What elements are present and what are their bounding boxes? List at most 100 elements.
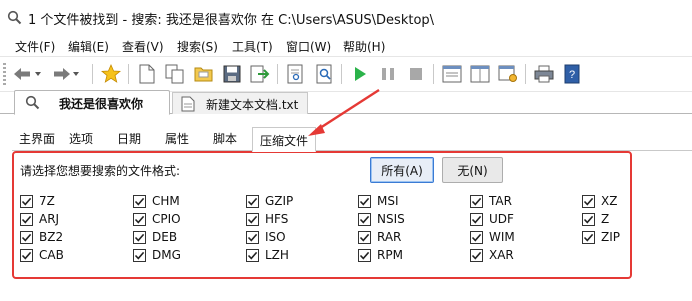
- checkbox-label: DMG: [152, 248, 181, 262]
- checkbox-bz2[interactable]: BZ2: [20, 230, 63, 244]
- print-icon[interactable]: [533, 63, 555, 85]
- tab-properties[interactable]: 属性: [163, 130, 191, 150]
- checkbox-dmg[interactable]: DMG: [133, 248, 181, 262]
- tab-options[interactable]: 选项: [67, 130, 95, 150]
- tab-archive[interactable]: 压缩文件: [252, 127, 316, 152]
- checkbox-box[interactable]: [470, 194, 483, 208]
- checkbox-label: GZIP: [265, 194, 294, 208]
- checkbox-box[interactable]: [470, 248, 483, 262]
- checkbox-box[interactable]: [582, 212, 595, 226]
- checkbox-tar[interactable]: TAR: [470, 194, 512, 208]
- export-icon[interactable]: [249, 63, 271, 85]
- options-icon[interactable]: [497, 63, 519, 85]
- checkbox-box[interactable]: [358, 230, 371, 244]
- checkbox-label: CHM: [152, 194, 180, 208]
- menu-tools[interactable]: 工具(T): [232, 38, 273, 55]
- checkbox-box[interactable]: [20, 248, 33, 262]
- menu-view[interactable]: 查看(V): [122, 38, 164, 55]
- checkbox-label: WIM: [489, 230, 515, 244]
- archive-format-prompt: 请选择您想要搜索的文件格式:: [20, 164, 181, 178]
- select-none-button[interactable]: 无(N): [442, 157, 503, 183]
- checkbox-zip[interactable]: ZIP: [582, 230, 620, 244]
- menu-file[interactable]: 文件(F): [15, 38, 55, 55]
- play-icon[interactable]: [349, 63, 371, 85]
- menu-search[interactable]: 搜索(S): [177, 38, 218, 55]
- checkbox-box[interactable]: [20, 194, 33, 208]
- favorite-star-icon[interactable]: [100, 63, 122, 85]
- tab-search-results[interactable]: 我还是很喜欢你: [14, 90, 170, 115]
- checkbox-wim[interactable]: WIM: [470, 230, 515, 244]
- checkbox-box[interactable]: [133, 194, 146, 208]
- window-title: 1 个文件被找到 - 搜索: 我还是很喜欢你 在 C:\Users\ASUS\D…: [28, 13, 435, 28]
- checkbox-box[interactable]: [246, 212, 259, 226]
- checkbox-cpio[interactable]: CPIO: [133, 212, 181, 226]
- checkbox-label: ZIP: [601, 230, 620, 244]
- checkbox-deb[interactable]: DEB: [133, 230, 177, 244]
- results-list-icon[interactable]: [441, 63, 463, 85]
- checkbox-rar[interactable]: RAR: [358, 230, 401, 244]
- checkbox-msi[interactable]: MSI: [358, 194, 399, 208]
- save-icon[interactable]: [221, 63, 243, 85]
- checkbox-box[interactable]: [20, 212, 33, 226]
- checkbox-rpm[interactable]: RPM: [358, 248, 403, 262]
- checkbox-gzip[interactable]: GZIP: [246, 194, 293, 208]
- checkbox-box[interactable]: [470, 212, 483, 226]
- tab-text-document[interactable]: 新建文本文档.txt: [172, 92, 308, 114]
- copy-document-icon[interactable]: [164, 63, 186, 85]
- checkbox-nsis[interactable]: NSIS: [358, 212, 405, 226]
- checkbox-label: CPIO: [152, 212, 181, 226]
- back-arrow-icon[interactable]: [12, 63, 34, 85]
- checkbox-label: ISO: [265, 230, 286, 244]
- checkbox-chm[interactable]: CHM: [133, 194, 180, 208]
- svg-text:?: ?: [569, 69, 575, 81]
- checkbox-cab[interactable]: CAB: [20, 248, 64, 262]
- toolbar-grip[interactable]: [3, 63, 6, 85]
- checkbox-iso[interactable]: ISO: [246, 230, 286, 244]
- checkbox-box[interactable]: [246, 194, 259, 208]
- tab-script[interactable]: 脚本: [211, 130, 239, 150]
- checkbox-xar[interactable]: XAR: [470, 248, 514, 262]
- new-document-icon[interactable]: [136, 63, 158, 85]
- checkbox-label: CAB: [39, 248, 64, 262]
- help-book-icon[interactable]: ?: [561, 63, 583, 85]
- checkbox-box[interactable]: [470, 230, 483, 244]
- checkbox-box[interactable]: [133, 230, 146, 244]
- back-dropdown-icon[interactable]: [33, 63, 43, 85]
- stop-icon[interactable]: [405, 63, 427, 85]
- menu-window[interactable]: 窗口(W): [286, 38, 331, 55]
- tab-main[interactable]: 主界面: [17, 130, 57, 150]
- pause-icon[interactable]: [377, 63, 399, 85]
- checkbox-box[interactable]: [133, 212, 146, 226]
- menu-help[interactable]: 帮助(H): [343, 38, 385, 55]
- checkbox-box[interactable]: [358, 194, 371, 208]
- open-folder-icon[interactable]: [193, 63, 215, 85]
- tab-search-results-label: 我还是很喜欢你: [59, 97, 144, 111]
- checkbox-xz[interactable]: XZ: [582, 194, 617, 208]
- checkbox-lzh[interactable]: LZH: [246, 248, 289, 262]
- document-search-icon[interactable]: [285, 63, 307, 85]
- select-all-button[interactable]: 所有(A): [370, 157, 434, 183]
- checkbox-box[interactable]: [20, 230, 33, 244]
- checkbox-7z[interactable]: 7Z: [20, 194, 55, 208]
- checkbox-box[interactable]: [358, 248, 371, 262]
- checkbox-udf[interactable]: UDF: [470, 212, 514, 226]
- checkbox-z[interactable]: Z: [582, 212, 609, 226]
- checkbox-box[interactable]: [246, 230, 259, 244]
- forward-dropdown-icon[interactable]: [71, 63, 81, 85]
- tab-date[interactable]: 日期: [115, 130, 143, 150]
- checkbox-box[interactable]: [582, 230, 595, 244]
- checkbox-label: RAR: [377, 230, 402, 244]
- checkbox-box[interactable]: [582, 194, 595, 208]
- menu-bar: 文件(F) 编辑(E) 查看(V) 搜索(S) 工具(T) 窗口(W) 帮助(H…: [0, 34, 692, 56]
- tab-archive-label: 压缩文件: [260, 134, 309, 148]
- checkbox-label: TAR: [489, 194, 512, 208]
- checkbox-arj[interactable]: ARJ: [20, 212, 59, 226]
- checkbox-box[interactable]: [246, 248, 259, 262]
- forward-arrow-icon[interactable]: [50, 63, 72, 85]
- columns-view-icon[interactable]: [469, 63, 491, 85]
- search-image-icon[interactable]: [314, 63, 336, 85]
- checkbox-hfs[interactable]: HFS: [246, 212, 288, 226]
- checkbox-box[interactable]: [133, 248, 146, 262]
- menu-edit[interactable]: 编辑(E): [68, 38, 109, 55]
- checkbox-box[interactable]: [358, 212, 371, 226]
